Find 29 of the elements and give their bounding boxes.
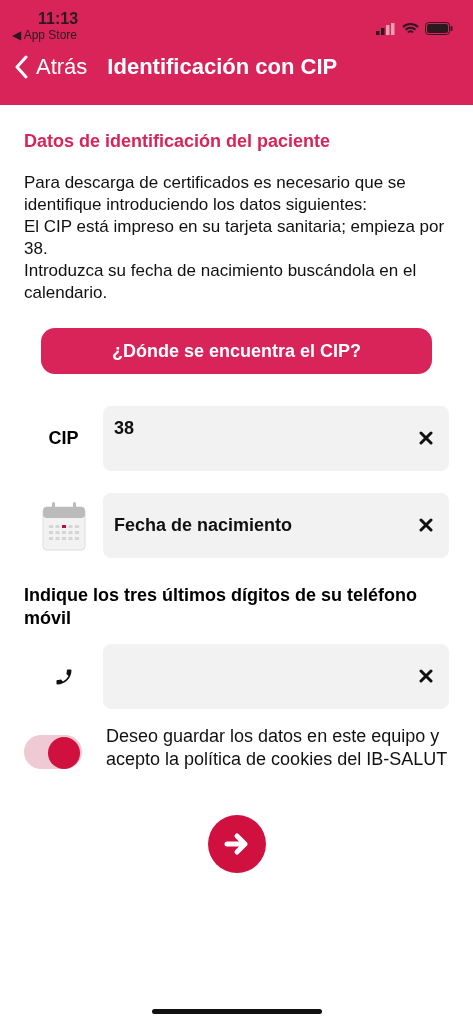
consent-text: Deseo guardar los datos en este equipo y acepto la política de cookies del IB-SALUT [106, 725, 449, 771]
status-time: 11:13 [38, 10, 79, 28]
arrow-right-icon [223, 832, 250, 856]
section-title: Datos de identificación del paciente [24, 131, 332, 152]
consent-toggle[interactable] [24, 735, 82, 769]
cip-help-button[interactable]: ¿Dónde se encuentra el CIP? [41, 328, 432, 374]
phone-prompt: Indique los tres últimos dígitos de su teléfono móvil [24, 584, 419, 630]
back-to-app-link[interactable]: ◀ App Store [12, 28, 79, 42]
battery-icon [425, 22, 453, 35]
close-icon [419, 518, 433, 532]
screen-title: Identificación con CIP [107, 54, 338, 80]
clear-button[interactable] [419, 518, 433, 532]
phone-digits-field[interactable] [103, 644, 449, 709]
clear-button[interactable] [419, 431, 433, 445]
instruction-text: El CIP está impreso en su tarjeta sanitaria; empieza por 38. [24, 216, 446, 260]
cip-field[interactable]: 38 [103, 406, 449, 471]
cip-label: CIP [48, 428, 79, 449]
birth-date-field[interactable]: Fecha de nacimiento [103, 493, 449, 558]
back-button[interactable]: Atrás [14, 54, 88, 80]
instruction-text: Para descarga de certificados es necesario que se identifique introduciendo los datos siguientes: [24, 172, 407, 216]
clear-button[interactable] [419, 669, 433, 683]
close-icon [419, 431, 433, 445]
next-button[interactable] [207, 815, 266, 873]
close-icon [419, 669, 433, 683]
wifi-icon [402, 22, 419, 35]
signal-icon [376, 22, 396, 35]
chevron-left-icon [14, 55, 28, 79]
instruction-text: Introduzca su fecha de nacimiento buscándola en el calendario. [24, 260, 418, 304]
calendar-icon [41, 500, 86, 551]
